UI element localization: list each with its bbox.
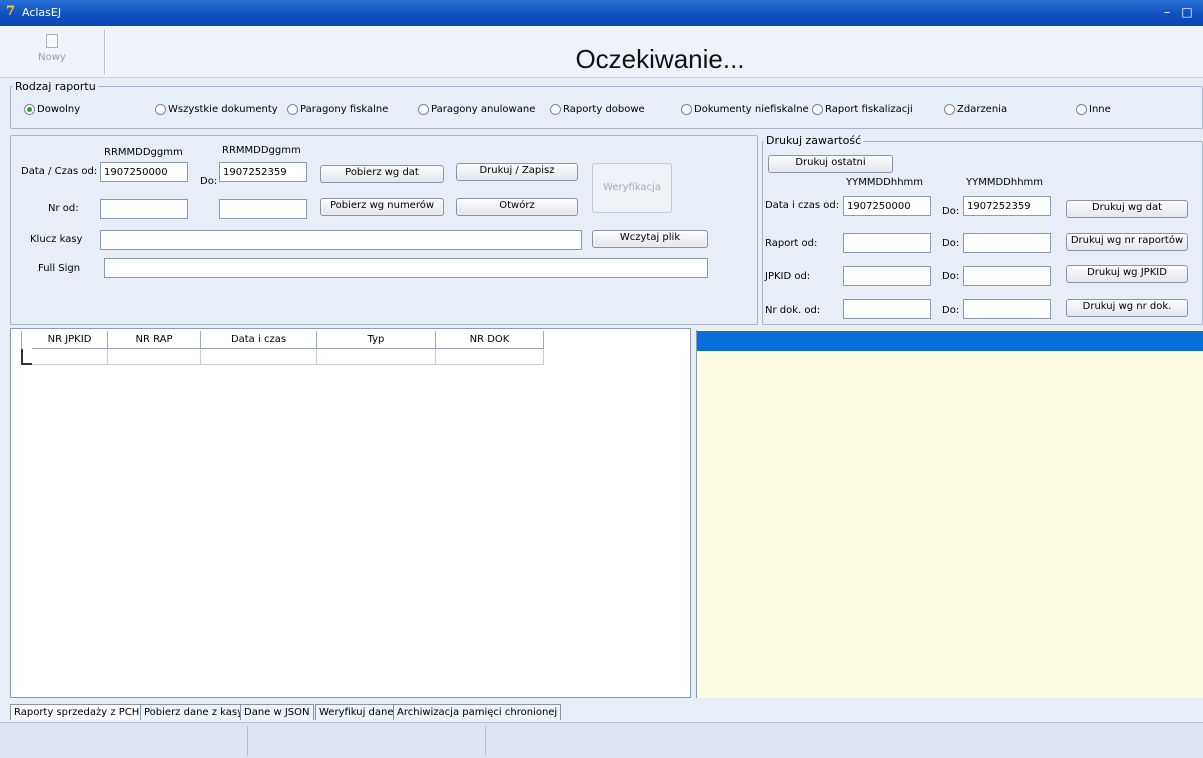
print-panel-legend: Drukuj zawartość [764, 134, 864, 147]
print-jpkid-label: JPKID od: [765, 271, 811, 282]
column-header-nr-jpkid[interactable]: NR JPKID [32, 331, 108, 349]
title-bar: 7 AclasEJ – □ [0, 0, 1203, 26]
print-doc-to-label: Do: [942, 305, 960, 316]
column-header-nr-rap[interactable]: NR RAP [108, 331, 201, 349]
tab-fetch-from-register[interactable]: Pobierz dane z kasy [140, 704, 248, 720]
toolbar-separator [104, 30, 106, 74]
print-format-from-label: YYMMDDhhmm [846, 177, 924, 188]
nr-from-input[interactable] [100, 199, 188, 219]
radio-icon [944, 104, 955, 115]
column-header-date[interactable]: Data i czas [201, 331, 317, 349]
print-jpkid-from-input[interactable] [843, 266, 931, 286]
print-date-to-label: Do: [942, 206, 960, 217]
print-report-label: Raport od: [765, 238, 818, 249]
new-button[interactable]: Nowy [10, 30, 94, 74]
new-row-indicator [21, 349, 32, 365]
radio-icon [812, 104, 823, 115]
grid-cell[interactable] [317, 349, 436, 365]
grid-cell[interactable] [108, 349, 201, 365]
fetch-by-dates-button[interactable]: Pobierz wg dat [320, 165, 444, 183]
print-date-from-input[interactable] [843, 196, 931, 216]
format-from-label: RRMMDDggmm [104, 147, 183, 158]
radio-dokumenty-niefiskalne[interactable]: Dokumenty niefiskalne [681, 104, 809, 115]
status-text: Oczekiwanie... [575, 44, 745, 74]
print-jpkid-to-label: Do: [942, 271, 960, 282]
tab-protected-memory-archive[interactable]: Archiwizacja pamięci chronionej [393, 704, 562, 720]
print-by-doc-number-button[interactable]: Drukuj wg nr dok. [1066, 299, 1188, 317]
print-doc-from-input[interactable] [843, 299, 931, 319]
print-by-dates-button[interactable]: Drukuj wg dat [1066, 200, 1188, 218]
preview-panel[interactable] [696, 330, 1203, 698]
date-from-label: Data / Czas od: [21, 166, 98, 177]
load-file-button[interactable]: Wczytaj plik [592, 230, 708, 248]
grid-cell[interactable] [32, 349, 108, 365]
radio-icon [550, 104, 561, 115]
sign-label: Full Sign [38, 263, 81, 274]
radio-icon [287, 104, 298, 115]
print-report-from-input[interactable] [843, 233, 931, 253]
radio-icon [418, 104, 429, 115]
radio-icon [681, 104, 692, 115]
print-save-button[interactable]: Drukuj / Zapisz [456, 163, 578, 181]
radio-wszystkie-dokumenty[interactable]: Wszystkie dokumenty [155, 104, 278, 115]
print-report-to-label: Do: [942, 238, 960, 249]
open-button[interactable]: Otwórz [456, 198, 578, 216]
minimize-button[interactable]: – [1160, 5, 1174, 19]
print-by-jpkid-button[interactable]: Drukuj wg JPKID [1066, 265, 1188, 283]
print-jpkid-to-input[interactable] [963, 266, 1051, 286]
tab-verify-data[interactable]: Weryfikuj dane [315, 704, 398, 720]
row-header-corner [21, 331, 22, 349]
radio-inne[interactable]: Inne [1076, 104, 1111, 115]
column-header-type[interactable]: Typ [317, 331, 436, 349]
window-title: AclasEJ [22, 6, 62, 19]
print-doc-to-input[interactable] [963, 299, 1051, 319]
key-label: Klucz kasy [30, 234, 83, 245]
radio-paragony-anulowane[interactable]: Paragony anulowane [418, 104, 535, 115]
maximize-button[interactable]: □ [1180, 5, 1194, 19]
app-logo-icon: 7 [6, 4, 16, 19]
report-type-legend: Rodzaj raportu [13, 80, 98, 93]
radio-dowolny[interactable]: Dowolny [24, 104, 80, 115]
date-from-input[interactable] [100, 162, 188, 182]
format-to-label: RRMMDDggmm [222, 145, 301, 156]
print-last-button[interactable]: Drukuj ostatni [768, 155, 893, 173]
radio-icon [155, 104, 166, 115]
radio-raport-fiskalizacji[interactable]: Raport fiskalizacji [812, 104, 913, 115]
new-document-icon [46, 34, 58, 48]
status-bar-separator [247, 726, 248, 756]
radio-selected-icon [24, 104, 35, 115]
print-by-report-numbers-button[interactable]: Drukuj wg nr raportów [1066, 233, 1188, 251]
radio-paragony-fiskalne[interactable]: Paragony fiskalne [287, 104, 388, 115]
print-date-label: Data i czas od: [765, 200, 840, 211]
radio-raporty-dobowe[interactable]: Raporty dobowe [550, 104, 645, 115]
results-grid[interactable] [10, 328, 691, 698]
grid-cell[interactable] [436, 349, 544, 365]
tab-sales-reports[interactable]: Raporty sprzedaży z PCH [10, 704, 144, 720]
nr-to-input[interactable] [219, 199, 307, 219]
preview-header [697, 331, 1203, 351]
status-bar [0, 722, 1203, 758]
print-format-to-label: YYMMDDhhmm [966, 177, 1044, 188]
new-button-label: Nowy [38, 52, 66, 63]
grid-cell[interactable] [201, 349, 317, 365]
tab-json-data[interactable]: Dane w JSON [240, 704, 314, 720]
column-header-nr-dok[interactable]: NR DOK [436, 331, 544, 349]
radio-zdarzenia[interactable]: Zdarzenia [944, 104, 1007, 115]
date-to-label: Do: [200, 176, 218, 187]
nr-from-label: Nr od: [48, 203, 79, 214]
print-report-to-input[interactable] [963, 233, 1051, 253]
verify-button[interactable]: Weryfikacja [592, 163, 672, 213]
sign-input[interactable] [104, 258, 708, 278]
radio-icon [1076, 104, 1087, 115]
date-to-input[interactable] [219, 162, 307, 182]
fetch-by-numbers-button[interactable]: Pobierz wg numerów [320, 198, 444, 216]
key-input[interactable] [100, 230, 582, 250]
status-bar-separator [485, 726, 486, 756]
print-doc-label: Nr dok. od: [765, 305, 821, 316]
print-date-to-input[interactable] [963, 196, 1051, 216]
